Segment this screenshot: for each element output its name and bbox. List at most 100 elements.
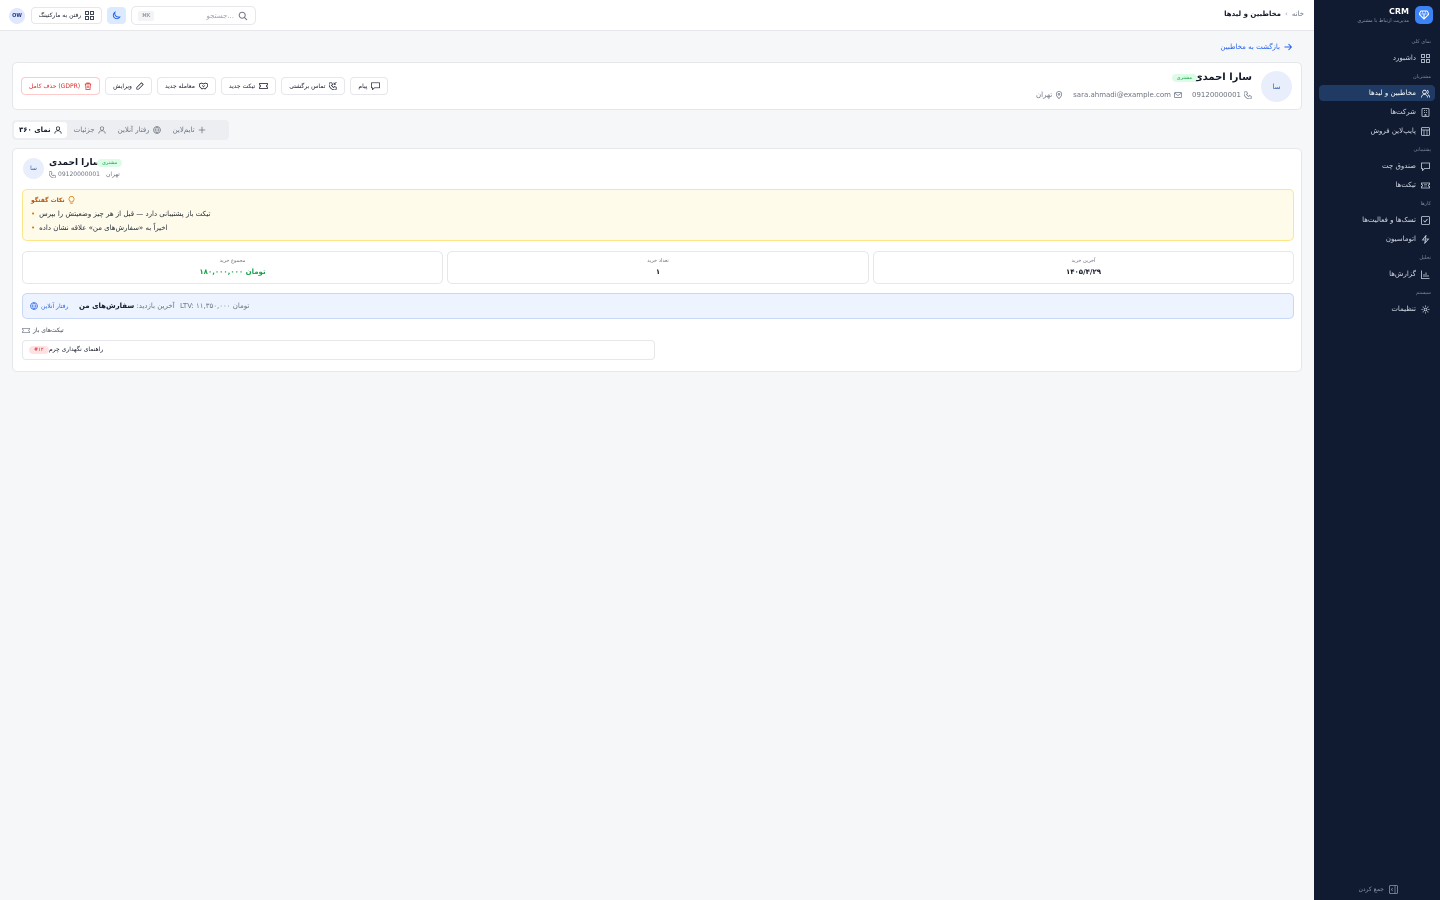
contact-360-card: سا سارا احمدی مشتری 09120000001 تهران نک… xyxy=(12,148,1302,372)
contact-phone-small-text: 09120000001 xyxy=(58,171,100,178)
contact-avatar: سا xyxy=(1261,71,1292,102)
edit-button[interactable]: ویرایش xyxy=(105,77,152,95)
sidebar-item-tickets[interactable]: تیکت‌ها xyxy=(1319,177,1435,193)
notes-title: نکات گفتگو xyxy=(31,196,75,204)
contact-meta-small: 09120000001 تهران xyxy=(49,171,120,178)
search-shortcut: ⌘K xyxy=(138,11,155,21)
new-deal-button[interactable]: معامله جدید xyxy=(156,77,216,95)
stat-value: ۱۸۰,۰۰۰,۰۰۰ تومان xyxy=(199,268,266,276)
status-badge: مشتری xyxy=(1171,74,1197,82)
contact-phone: 09120000001 xyxy=(1192,91,1252,99)
pipeline-icon xyxy=(1420,126,1430,136)
conversation-notes: نکات گفتگو • تیکت باز پشتیبانی دارد — قب… xyxy=(22,189,1294,241)
sidebar-item-reports[interactable]: گزارش‌ها xyxy=(1319,266,1435,282)
ticket-title: راهنمای نگهداری چرم xyxy=(49,346,104,353)
topbar: خانه ‹ مخاطبین و لیدها OW رفتن به مارکتی… xyxy=(0,0,1314,31)
theme-toggle-button[interactable] xyxy=(107,7,126,24)
breadcrumb-current: مخاطبین و لیدها xyxy=(1224,10,1282,18)
stat-last-purchase: آخرین خرید ۱۴۰۵/۴/۲۹ xyxy=(873,251,1294,284)
brand: CRM مدیریت ارتباط با مشتری xyxy=(1321,6,1433,26)
sidebar-item-label: تسک‌ها و فعالیت‌ها xyxy=(1362,216,1416,224)
map-pin-icon xyxy=(1055,91,1063,99)
collapse-sidebar-button[interactable]: جمع کردن xyxy=(1358,885,1398,894)
note-item: • تیکت باز پشتیبانی دارد — قبل از هر چیز… xyxy=(31,210,210,218)
chevron-left-icon: ‹ xyxy=(1285,10,1288,18)
stat-label: آخرین خرید xyxy=(1071,258,1096,264)
sidebar-item-label: داشبورد xyxy=(1392,54,1416,62)
contact-name-small: سارا احمدی xyxy=(49,158,102,168)
sidebar-item-automation[interactable]: اتوماسیون xyxy=(1319,231,1435,247)
search-input[interactable]: جستجو... ⌘K xyxy=(131,6,256,25)
grid-icon xyxy=(1420,53,1430,63)
open-tickets-heading: تیکت‌های باز xyxy=(22,327,64,334)
message-button[interactable]: پیام xyxy=(350,77,389,95)
phone-callback-icon xyxy=(329,82,338,90)
globe-icon xyxy=(152,126,161,134)
contact-tabs: نمای ۳۶۰ جزئیات رفتار آنلاین تایم‌لاین xyxy=(12,120,229,140)
tab-online-behavior[interactable]: رفتار آنلاین xyxy=(113,122,166,138)
phone-icon xyxy=(49,171,56,178)
online-visit-bar: رفتار آنلاین آخرین بازدید: سفارش‌های من … xyxy=(22,293,1294,319)
marketing-button[interactable]: رفتن به مارکتینگ xyxy=(31,7,102,24)
user-icon xyxy=(54,126,62,134)
lightbulb-icon xyxy=(68,196,75,204)
callback-button[interactable]: تماس برگشتی xyxy=(281,77,346,95)
ltv-value: LTV: ۱۱,۳۵۰,۰۰۰ تومان xyxy=(180,302,250,310)
diamond-icon xyxy=(1415,6,1433,24)
back-to-contacts-link[interactable]: بازگشت به مخاطبین xyxy=(1220,43,1292,51)
marketing-label: رفتن به مارکتینگ xyxy=(38,12,82,19)
delete-gdpr-button[interactable]: حذف کامل (GDPR) xyxy=(21,77,101,95)
gear-icon xyxy=(1420,304,1430,314)
user-icon xyxy=(98,126,106,134)
back-label: بازگشت به مخاطبین xyxy=(1220,43,1280,51)
nav-section-overview: نمای کلی xyxy=(1411,39,1431,45)
search-placeholder: جستجو... xyxy=(206,12,234,20)
sidebar-item-settings[interactable]: تنظیمات xyxy=(1319,301,1435,317)
nav-section-tasks: کارها xyxy=(1420,201,1431,207)
sidebar-item-companies[interactable]: شرکت‌ها xyxy=(1319,104,1435,120)
sidebar-item-chat-inbox[interactable]: صندوق چت xyxy=(1319,158,1435,174)
sidebar-item-contacts[interactable]: مخاطبین و لیدها xyxy=(1319,85,1435,101)
sidebar-item-dashboard[interactable]: داشبورد xyxy=(1319,50,1435,66)
stat-label: مجموع خرید xyxy=(219,258,246,264)
last-visit: آخرین بازدید: سفارش‌های من xyxy=(79,302,175,310)
tab-label: نمای ۳۶۰ xyxy=(19,126,51,134)
breadcrumb: خانه ‹ مخاطبین و لیدها xyxy=(1224,10,1304,18)
ticket-icon xyxy=(259,82,269,90)
ticket-item[interactable]: #۱۲ راهنمای نگهداری چرم xyxy=(22,340,655,360)
tab-timeline[interactable]: تایم‌لاین xyxy=(168,122,211,138)
new-ticket-button[interactable]: تیکت جدید xyxy=(220,77,277,95)
tab-360-view[interactable]: نمای ۳۶۰ xyxy=(14,122,67,138)
nav-section-analytics: تحلیل xyxy=(1419,255,1431,261)
brand-subtitle: مدیریت ارتباط با مشتری xyxy=(1357,18,1409,24)
tab-details[interactable]: جزئیات xyxy=(69,122,111,138)
nav-section-customers: مشتریان xyxy=(1413,74,1431,80)
last-visit-label: آخرین بازدید: xyxy=(136,302,175,310)
sidebar-item-label: صندوق چت xyxy=(1382,162,1416,170)
tab-label: جزئیات xyxy=(73,126,95,134)
contact-name: سارا احمدی xyxy=(1193,72,1252,83)
handshake-icon xyxy=(199,82,208,90)
online-behavior-link[interactable]: رفتار آنلاین xyxy=(30,302,68,310)
note-text: تیکت باز پشتیبانی دارد — قبل از هر چیز و… xyxy=(39,210,211,218)
sidebar-item-tasks[interactable]: تسک‌ها و فعالیت‌ها xyxy=(1319,212,1435,228)
mail-icon xyxy=(1174,91,1182,99)
nav-section-support: پشتیبانی xyxy=(1413,147,1431,153)
nav-section-system: سیستم xyxy=(1416,290,1431,296)
chart-icon xyxy=(1420,269,1430,279)
sidebar: CRM مدیریت ارتباط با مشتری نمای کلی داشب… xyxy=(1314,0,1440,900)
users-icon xyxy=(1420,88,1430,98)
phone-icon xyxy=(1244,91,1252,99)
contact-email-text: sara.ahmadi@example.com xyxy=(1073,91,1171,99)
user-avatar[interactable]: OW xyxy=(9,8,25,24)
sidebar-item-label: تنظیمات xyxy=(1391,305,1416,313)
status-badge-small: مشتری xyxy=(97,159,123,167)
bullet-icon: • xyxy=(31,210,36,218)
contact-actions: حذف کامل (GDPR) ویرایش معامله جدید تیکت … xyxy=(21,77,389,95)
tab-label: رفتار آنلاین xyxy=(117,126,150,134)
ticket-number-badge: #۱۲ xyxy=(29,346,49,354)
breadcrumb-home[interactable]: خانه xyxy=(1292,10,1304,18)
sidebar-item-pipeline[interactable]: پایپ‌لاین فروش xyxy=(1319,123,1435,139)
search-icon xyxy=(238,11,248,21)
delete-label: حذف کامل (GDPR) xyxy=(29,82,81,90)
